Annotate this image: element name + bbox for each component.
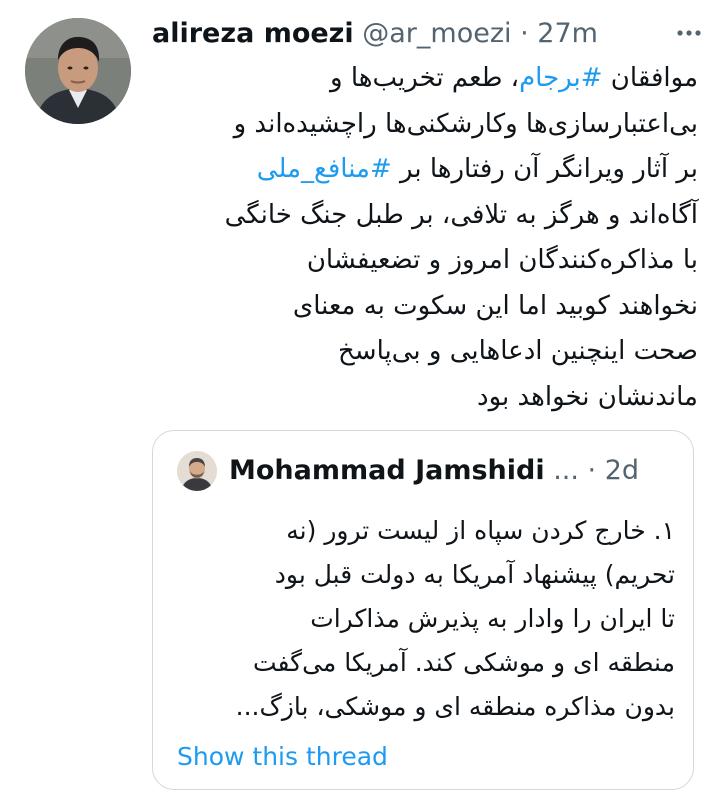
hashtag-link[interactable]: #برجام xyxy=(519,63,602,93)
more-options-icon xyxy=(677,30,701,36)
tweet-body-line: نخواهند کوبید اما این سکوت به معنای xyxy=(292,290,698,321)
quoted-body-line: بدون مذاکره منطقه ای و موشکی، بازگ... xyxy=(235,692,675,721)
tweet-body-line: صحت اینچنین ادعاهایی و بی‌پاسخ xyxy=(338,336,698,366)
tweet-body-line: موافقان #برجام، طعم تخریب‌ها و xyxy=(330,63,698,93)
separator-dot: · xyxy=(587,455,597,486)
separator-dot: · xyxy=(520,18,529,49)
tweet-body-line: ماندنشان نخواهد بود xyxy=(477,381,698,412)
quoted-tweet[interactable]: Mohammad Jamshidi ... · 2d ۱. خارج کردن … xyxy=(152,430,694,790)
show-thread-link[interactable]: Show this thread xyxy=(177,739,388,775)
quoted-body-line: تا ایران را وادار به پذیرش مذاکرات xyxy=(310,604,675,633)
quoted-body-line: منطقه ای و موشکی کند. آمریکا می‌گفت xyxy=(252,648,675,677)
tweet-body-line: بی‌اعتبارسازی‌ها وکارشکنی‌ها راچشیده‌اند… xyxy=(233,108,698,139)
more-options-button[interactable] xyxy=(674,22,704,44)
tweet[interactable]: alireza moezi @ar_moezi · 27m موافقان #ب… xyxy=(0,0,720,808)
name-truncation: ... xyxy=(553,455,579,486)
quoted-tweet-header: Mohammad Jamshidi ... · 2d xyxy=(229,451,639,491)
tweet-header: alireza moezi @ar_moezi · 27m xyxy=(152,14,598,54)
quoted-tweet-timestamp[interactable]: 2d xyxy=(605,455,639,486)
author-name[interactable]: alireza moezi xyxy=(152,18,354,49)
tweet-body-line: با مذاکره‌کنندگان امروز و تضعیفشان xyxy=(306,245,698,275)
tweet-body: موافقان #برجام، طعم تخریب‌ها و بی‌اعتبار… xyxy=(148,56,698,420)
quoted-author-avatar[interactable] xyxy=(177,451,217,491)
author-handle[interactable]: @ar_moezi xyxy=(362,18,511,49)
quoted-author-name[interactable]: Mohammad Jamshidi xyxy=(229,455,545,486)
quoted-body-line: ۱. خارج کردن سپاه از لیست ترور (نه xyxy=(286,516,675,545)
hashtag-link[interactable]: #منافع_ملی xyxy=(257,154,392,184)
avatar-photo-icon xyxy=(25,18,131,124)
author-avatar[interactable] xyxy=(25,18,131,124)
quoted-body-line: تحریم) پیشنهاد آمریکا به دولت قبل بود xyxy=(274,560,675,589)
quoted-tweet-body: ۱. خارج کردن سپاه از لیست ترور (نه تحریم… xyxy=(177,509,675,729)
avatar-photo-icon xyxy=(177,451,217,491)
tweet-body-line: آگاه‌اند و هرگز به تلافی، بر طبل جنگ خان… xyxy=(224,199,698,230)
tweet-body-line: بر آثار ویرانگر آن رفتارها بر #منافع_ملی xyxy=(256,154,698,184)
tweet-timestamp[interactable]: 27m xyxy=(537,18,598,49)
